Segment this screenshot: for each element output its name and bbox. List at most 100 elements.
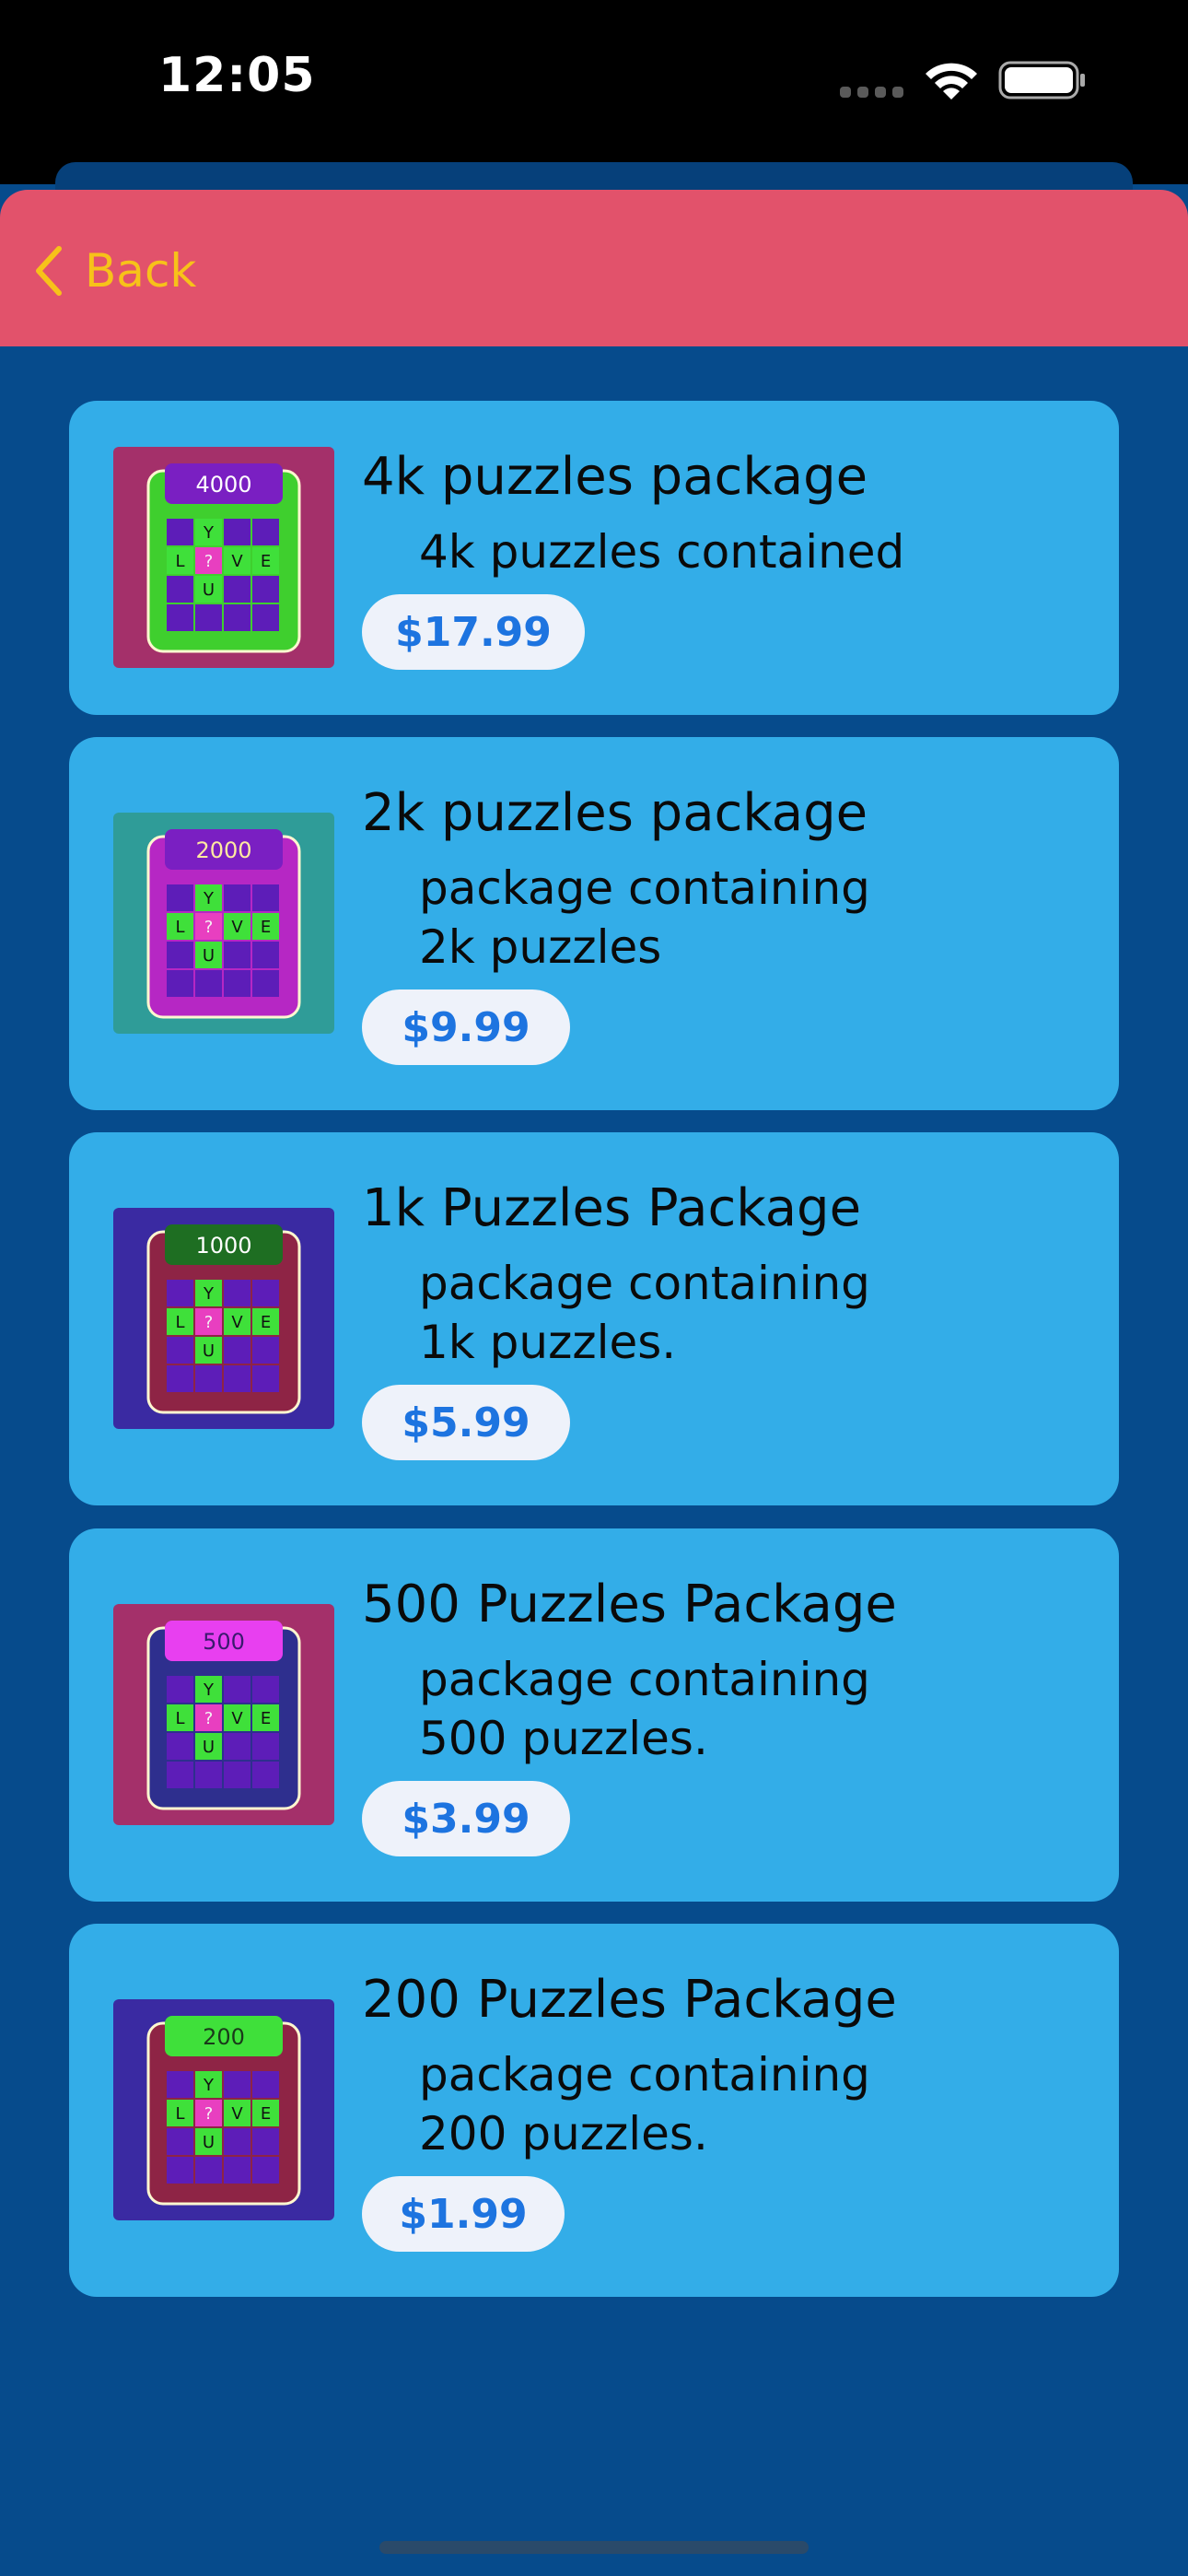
- back-button[interactable]: Back: [33, 238, 196, 304]
- package-card[interactable]: 500 Y L? V E U 500 Puzzles Package package co…: [69, 1528, 1119, 1902]
- grid-cell: [224, 884, 250, 911]
- grid-letter: V: [231, 2104, 243, 2124]
- status-time: 12:05: [158, 48, 316, 103]
- grid-letter: V: [231, 1313, 243, 1332]
- grid-cell: [195, 1365, 222, 1392]
- puzzle-board-icon: 500 YL? V E U: [113, 1604, 334, 1825]
- package-thumbnail: 1000 Y L? V E U: [113, 1208, 334, 1429]
- grid-cell: [195, 2157, 222, 2184]
- home-indicator: [379, 2541, 809, 2554]
- grid-cell: [252, 1337, 279, 1364]
- grid-letter: E: [261, 1709, 271, 1728]
- puzzle-board-icon: 1000 YL? V E U: [113, 1208, 334, 1429]
- grid-letter: Y: [203, 2076, 215, 2095]
- grid-letter: V: [231, 918, 243, 937]
- grid-cell: [252, 1762, 279, 1788]
- grid-letter: E: [261, 1313, 271, 1332]
- grid-cell: [224, 1762, 250, 1788]
- grid-letter: ?: [204, 552, 214, 571]
- grid-cell: [167, 519, 193, 545]
- package-description-line: package containing: [419, 1257, 870, 1310]
- grid-cell: [167, 942, 193, 968]
- puzzle-board-icon: 4000 YL? V E U: [113, 447, 334, 668]
- grid-letter: ?: [204, 2104, 214, 2124]
- package-card[interactable]: 2000 Y L? V E U 2k puzzles package package co…: [69, 737, 1119, 1110]
- grid-letter: ?: [204, 918, 214, 937]
- grid-cell: [224, 970, 250, 997]
- buy-button[interactable]: $17.99: [362, 594, 585, 670]
- grid-letter: E: [261, 552, 271, 571]
- grid-cell: [167, 884, 193, 911]
- grid-cell: [224, 604, 250, 631]
- package-description-line: package containing: [419, 861, 870, 915]
- package-description: package containing 1k puzzles.: [419, 1254, 1064, 1372]
- wifi-icon: [926, 63, 977, 100]
- grid-letter: L: [175, 2104, 184, 2124]
- grid-cell: [195, 970, 222, 997]
- grid-cell: [224, 2071, 250, 2098]
- package-description-line: 200 puzzles.: [419, 2107, 708, 2160]
- package-title: 200 Puzzles Package: [362, 1970, 897, 2030]
- grid-cell: [252, 942, 279, 968]
- package-thumbnail: 4000 Y L? V E U: [113, 447, 334, 668]
- grid-letter: L: [175, 1313, 184, 1332]
- package-card[interactable]: 4000 Y L? V E U 4k puzzles package 4k puzzles…: [69, 401, 1119, 715]
- grid-letter: U: [203, 1341, 215, 1361]
- grid-cell: [252, 576, 279, 603]
- grid-letter: L: [175, 552, 184, 571]
- grid-letter: V: [231, 552, 243, 571]
- package-title: 500 Puzzles Package: [362, 1575, 897, 1634]
- grid-cell: [252, 2071, 279, 2098]
- grid-cell: [224, 519, 250, 545]
- package-thumbnail: 200 Y L? V E U: [113, 1999, 334, 2220]
- package-card[interactable]: 200 Y L? V E U 200 Puzzles Package package co…: [69, 1924, 1119, 2297]
- grid-cell: [167, 1280, 193, 1306]
- package-description-line: 4k puzzles contained: [419, 525, 905, 579]
- buy-button[interactable]: $3.99: [362, 1781, 570, 1856]
- count-label: 4000: [195, 472, 251, 498]
- grid-cell: [252, 519, 279, 545]
- package-description-line: 500 puzzles.: [419, 1712, 708, 1765]
- package-description-line: 1k puzzles.: [419, 1316, 677, 1369]
- buy-button[interactable]: $5.99: [362, 1385, 570, 1460]
- package-description: package containing 200 puzzles.: [419, 2045, 1064, 2163]
- grid-cell: [224, 1365, 250, 1392]
- grid-cell: [252, 2157, 279, 2184]
- buy-button[interactable]: $9.99: [362, 989, 570, 1065]
- package-description-line: 2k puzzles: [419, 920, 662, 974]
- grid-cell: [224, 942, 250, 968]
- grid-cell: [167, 2157, 193, 2184]
- grid-cell: [167, 604, 193, 631]
- count-label: 500: [203, 1629, 245, 1655]
- grid-cell: [167, 1365, 193, 1392]
- grid-cell: [252, 1733, 279, 1760]
- grid-cell: [167, 2071, 193, 2098]
- grid-letter: Y: [203, 889, 215, 908]
- grid-letter: L: [175, 918, 184, 937]
- buy-button[interactable]: $1.99: [362, 2176, 565, 2252]
- grid-cell: [167, 1733, 193, 1760]
- grid-cell: [167, 1676, 193, 1703]
- package-title: 1k Puzzles Package: [362, 1178, 862, 1238]
- grid-cell: [167, 1337, 193, 1364]
- puzzle-board-icon: 200 YL? V E U: [113, 1999, 334, 2220]
- grid-cell: [195, 1762, 222, 1788]
- count-label: 200: [203, 2024, 245, 2050]
- package-description-line: package containing: [419, 1653, 870, 1706]
- package-thumbnail: 500 Y L? V E U: [113, 1604, 334, 1825]
- status-bar: 12:05: [0, 0, 1188, 184]
- grid-cell: [167, 2128, 193, 2155]
- grid-letter: U: [203, 1738, 215, 1757]
- package-description: package containing 2k puzzles: [419, 859, 1064, 977]
- grid-letter: ?: [204, 1313, 214, 1332]
- grid-cell: [252, 604, 279, 631]
- puzzle-board-icon: 2000 YL? V E U: [113, 813, 334, 1034]
- package-title: 2k puzzles package: [362, 783, 868, 843]
- grid-letter: E: [261, 918, 271, 937]
- back-label: Back: [85, 244, 197, 298]
- grid-cell: [252, 1280, 279, 1306]
- grid-letter: Y: [203, 1284, 215, 1304]
- grid-letter: U: [203, 580, 215, 600]
- package-card[interactable]: 1000 Y L? V E U 1k Puzzles Package package co…: [69, 1132, 1119, 1505]
- cellular-signal-icon: [840, 87, 903, 98]
